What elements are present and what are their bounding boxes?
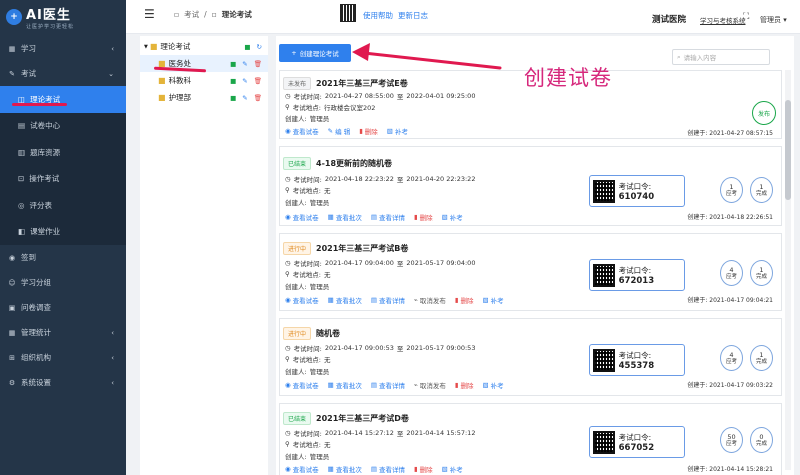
annotation-arrow	[362, 51, 502, 70]
annotation-text: 创建试卷	[524, 66, 612, 90]
annotation-arrow-head	[352, 43, 370, 61]
annotation-overlay	[352, 43, 502, 70]
